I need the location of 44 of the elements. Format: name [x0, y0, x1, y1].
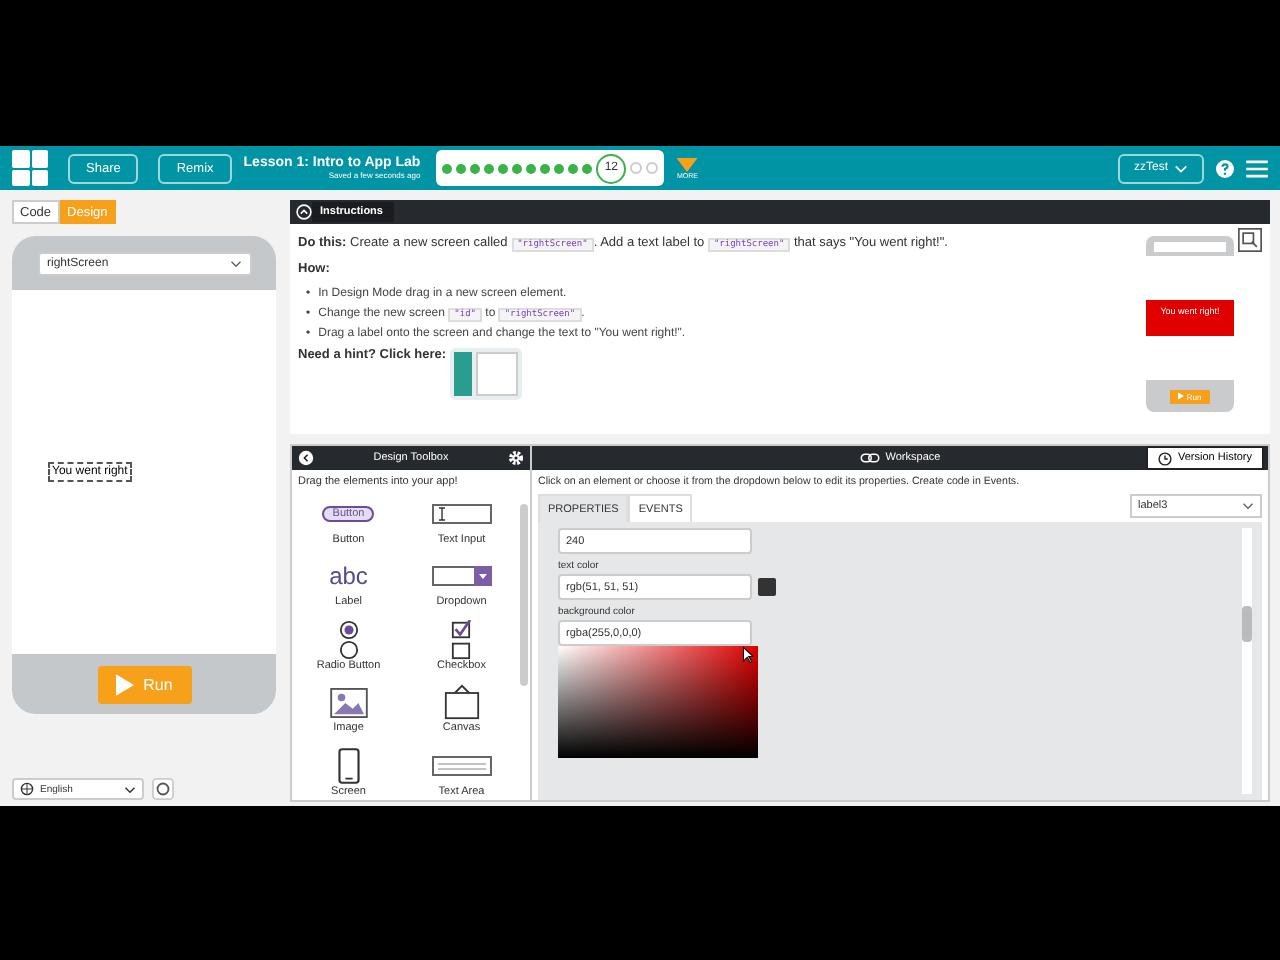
level-bubble[interactable]: [498, 163, 509, 173]
level-bubble[interactable]: [554, 163, 565, 173]
level-bubble[interactable]: [456, 163, 467, 173]
radio-buttons-icon: [337, 619, 360, 660]
phone-screen-icon: [337, 747, 360, 784]
text-area-icon: [431, 755, 492, 776]
hint-video-thumbnail[interactable]: [450, 348, 523, 400]
menu-icon[interactable]: [1246, 159, 1268, 177]
globe-icon: [20, 782, 34, 796]
chevron-down-icon: [124, 785, 136, 793]
help-icon[interactable]: [1216, 159, 1234, 177]
checkboxes-icon: [450, 619, 473, 660]
level-bubble[interactable]: [582, 163, 593, 173]
level-bubble[interactable]: [484, 163, 495, 173]
level-bubble[interactable]: [540, 163, 551, 173]
scrollbar-thumb[interactable]: [1242, 606, 1252, 642]
image-icon: [329, 687, 368, 718]
play-icon: [1178, 392, 1185, 400]
clock-icon: [1158, 451, 1172, 465]
level-bubble[interactable]: [630, 162, 643, 174]
cursor-icon: [742, 646, 754, 664]
label-element-icon: abc: [329, 562, 368, 591]
color-picker-gradient[interactable]: [558, 646, 758, 758]
dropdown-icon: [431, 566, 492, 587]
level-bubble[interactable]: [470, 163, 481, 173]
level-bubble[interactable]: [526, 163, 537, 173]
text-input-icon: [431, 504, 492, 524]
scrollbar-thumb[interactable]: [520, 504, 528, 687]
triangle-down-icon[interactable]: [676, 157, 699, 171]
chevron-down-icon: [229, 259, 241, 267]
canvas-icon: [443, 684, 480, 721]
play-icon: [115, 673, 134, 695]
collapse-icon[interactable]: [298, 450, 314, 466]
color-swatch[interactable]: [758, 578, 776, 596]
link-icon: [859, 452, 880, 464]
level-bubble[interactable]: [442, 163, 453, 173]
chevron-down-icon: [1174, 163, 1188, 173]
chevron-down-icon: [1242, 502, 1254, 510]
level-bubble[interactable]: [646, 162, 659, 174]
level-bubble[interactable]: [568, 163, 579, 173]
level-bubble[interactable]: [512, 163, 523, 173]
pop-out-icon[interactable]: [1238, 228, 1262, 252]
collapse-icon[interactable]: [296, 204, 312, 220]
logo-icon[interactable]: [12, 150, 48, 186]
